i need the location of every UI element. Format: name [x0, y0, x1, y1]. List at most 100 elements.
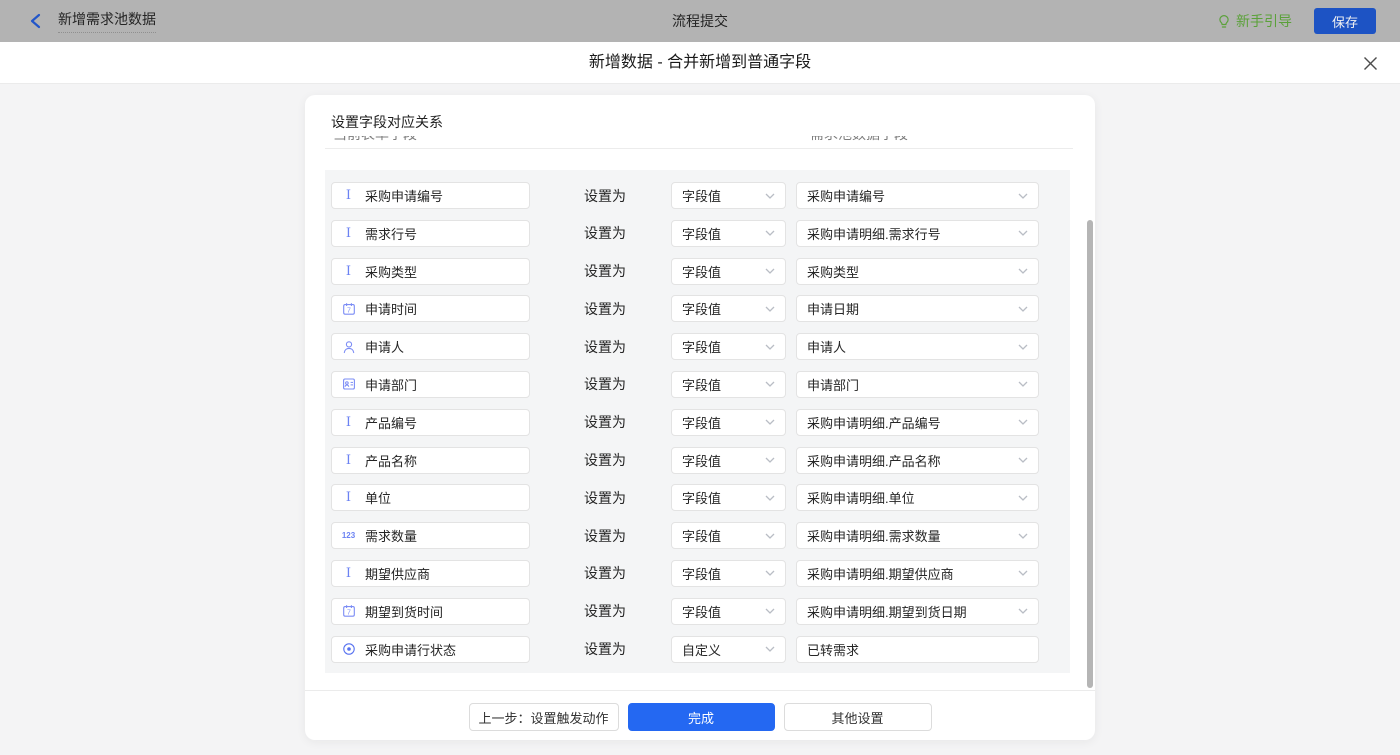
source-field[interactable]: 申请人 — [331, 333, 530, 360]
chevron-down-icon — [1018, 268, 1028, 274]
dialog-header: 新增数据 - 合并新增到普通字段 — [0, 42, 1400, 84]
text-icon: I — [341, 490, 356, 505]
target-value: 采购申请明细.产品名称 — [807, 451, 941, 470]
target-value: 采购申请明细.产品编号 — [807, 413, 941, 432]
mode-select[interactable]: 字段值 — [671, 484, 786, 511]
target-select[interactable]: 采购类型 — [796, 258, 1039, 285]
mode-value: 字段值 — [682, 375, 721, 394]
mode-select[interactable]: 字段值 — [671, 333, 786, 360]
target-select[interactable]: 采购申请明细.期望到货日期 — [796, 598, 1039, 625]
department-icon — [341, 377, 356, 392]
field-mapping-row: 申请部门 设置为 字段值 申请部门 — [325, 371, 1070, 398]
set-as-label: 设置为 — [584, 261, 627, 281]
topbar: 新增需求池数据 流程提交 新手引导 保存 — [0, 0, 1400, 42]
custom-value-input[interactable] — [796, 636, 1039, 663]
mode-select[interactable]: 字段值 — [671, 409, 786, 436]
field-mapping-row: 7 期望到货时间 设置为 字段值 采购申请明细.期望到货日期 — [325, 598, 1070, 625]
target-select[interactable]: 采购申请明细.期望供应商 — [796, 560, 1039, 587]
mode-select[interactable]: 字段值 — [671, 560, 786, 587]
text-icon: I — [341, 453, 356, 468]
mode-value: 字段值 — [682, 337, 721, 356]
scrollbar-thumb[interactable] — [1087, 220, 1093, 688]
field-mapping-row: I 产品编号 设置为 字段值 采购申请明细.产品编号 — [325, 409, 1070, 436]
mode-select[interactable]: 字段值 — [671, 295, 786, 322]
set-as-label: 设置为 — [584, 450, 627, 470]
calendar-icon: 7 — [341, 604, 356, 619]
mode-select[interactable]: 字段值 — [671, 182, 786, 209]
mode-value: 字段值 — [682, 451, 721, 470]
target-value: 申请日期 — [807, 299, 859, 318]
text-icon: I — [341, 566, 356, 581]
chevron-down-icon — [1018, 230, 1028, 236]
target-value: 采购类型 — [807, 262, 859, 281]
source-field[interactable]: I 需求行号 — [331, 220, 530, 247]
source-field[interactable]: I 采购类型 — [331, 258, 530, 285]
field-mapping-row: I 单位 设置为 字段值 采购申请明细.单位 — [325, 484, 1070, 511]
chevron-down-icon — [765, 570, 775, 576]
card-title: 设置字段对应关系 — [331, 112, 443, 132]
source-field-label: 单位 — [365, 488, 391, 507]
number-icon: 123 — [341, 528, 356, 543]
field-mapping-row: I 需求行号 设置为 字段值 采购申请明细.需求行号 — [325, 220, 1070, 247]
source-field[interactable]: 7 期望到货时间 — [331, 598, 530, 625]
chevron-down-icon — [1018, 193, 1028, 199]
source-field[interactable]: I 产品编号 — [331, 409, 530, 436]
target-select[interactable]: 采购申请明细.产品名称 — [796, 447, 1039, 474]
footer-divider — [305, 690, 1095, 691]
field-mapping-row: 123 需求数量 设置为 字段值 采购申请明细.需求数量 — [325, 522, 1070, 549]
chevron-down-icon — [765, 306, 775, 312]
chevron-down-icon — [1018, 570, 1028, 576]
chevron-down-icon — [1018, 533, 1028, 539]
source-field[interactable]: I 采购申请编号 — [331, 182, 530, 209]
source-field[interactable]: I 单位 — [331, 484, 530, 511]
source-field-label: 采购申请行状态 — [365, 640, 456, 659]
target-select[interactable]: 采购申请明细.产品编号 — [796, 409, 1039, 436]
source-field[interactable]: I 产品名称 — [331, 447, 530, 474]
close-button[interactable] — [1362, 55, 1379, 72]
source-field[interactable]: 123 需求数量 — [331, 522, 530, 549]
guide-button[interactable]: 新手引导 — [1217, 11, 1292, 31]
target-select[interactable]: 申请部门 — [796, 371, 1039, 398]
target-select[interactable]: 采购申请明细.需求数量 — [796, 522, 1039, 549]
source-field[interactable]: 申请部门 — [331, 371, 530, 398]
back-button[interactable] — [26, 12, 44, 30]
target-select[interactable]: 采购申请编号 — [796, 182, 1039, 209]
flow-title[interactable]: 新增需求池数据 — [58, 9, 156, 33]
chevron-down-icon — [1018, 608, 1028, 614]
chevron-down-icon — [765, 193, 775, 199]
prev-step-button[interactable]: 上一步：设置触发动作 — [469, 703, 619, 731]
target-value: 采购申请明细.期望到货日期 — [807, 602, 967, 621]
chevron-down-icon — [765, 419, 775, 425]
mode-select[interactable]: 字段值 — [671, 371, 786, 398]
chevron-down-icon — [765, 381, 775, 387]
target-select[interactable]: 申请人 — [796, 333, 1039, 360]
target-value: 采购申请明细.需求行号 — [807, 224, 941, 243]
set-as-label: 设置为 — [584, 639, 627, 659]
target-select[interactable]: 申请日期 — [796, 295, 1039, 322]
calendar-icon: 7 — [341, 301, 356, 316]
source-field-label: 产品编号 — [365, 413, 417, 432]
source-field-label: 产品名称 — [365, 451, 417, 470]
mode-select[interactable]: 字段值 — [671, 522, 786, 549]
done-button[interactable]: 完成 — [628, 703, 775, 731]
save-button[interactable]: 保存 — [1314, 8, 1376, 34]
settings-card: 设置字段对应关系 当前表单字段 需求池数据字段 I 采购申请编号 设置为 字段值… — [305, 95, 1095, 740]
chevron-down-icon — [1018, 306, 1028, 312]
mode-select[interactable]: 自定义 — [671, 636, 786, 663]
mode-select[interactable]: 字段值 — [671, 598, 786, 625]
mode-select[interactable]: 字段值 — [671, 258, 786, 285]
mode-select[interactable]: 字段值 — [671, 220, 786, 247]
source-field[interactable]: 采购申请行状态 — [331, 636, 530, 663]
target-select[interactable]: 采购申请明细.需求行号 — [796, 220, 1039, 247]
chevron-down-icon — [1018, 381, 1028, 387]
other-settings-button[interactable]: 其他设置 — [784, 703, 932, 731]
mode-value: 字段值 — [682, 299, 721, 318]
target-value: 申请人 — [807, 337, 846, 356]
source-field[interactable]: 7 申请时间 — [331, 295, 530, 322]
set-as-label: 设置为 — [584, 526, 627, 546]
header-divider — [325, 148, 1073, 149]
mode-select[interactable]: 字段值 — [671, 447, 786, 474]
target-select[interactable]: 采购申请明细.单位 — [796, 484, 1039, 511]
target-column-header: 需求池数据字段 — [810, 136, 908, 144]
source-field[interactable]: I 期望供应商 — [331, 560, 530, 587]
